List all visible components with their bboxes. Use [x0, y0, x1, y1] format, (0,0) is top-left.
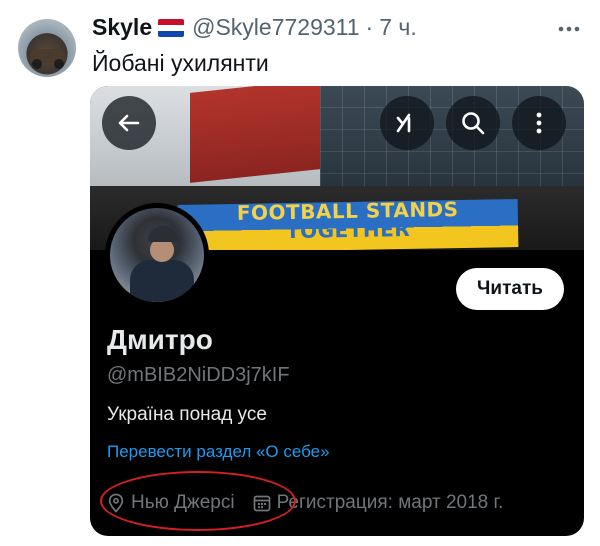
stadium-wall: [190, 86, 320, 183]
profile-display-name: Дмитро: [107, 324, 213, 355]
profile-bio: Україна понад усе: [107, 404, 267, 425]
calendar-icon: [253, 495, 270, 512]
tweet-header: Skyle @Skyle7729311 · 7 ч.: [92, 14, 417, 41]
avatar-wheel: [54, 59, 64, 69]
profile-handle: @mBIB2NiDD3j7kIF: [107, 364, 290, 386]
follow-button[interactable]: Читать: [456, 268, 564, 310]
search-icon[interactable]: [446, 96, 500, 150]
tweet-author-avatar[interactable]: [18, 19, 76, 77]
location-pin-icon: [108, 493, 124, 513]
separator-dot: ·: [365, 14, 374, 40]
profile-location: Нью Джерсі: [131, 492, 235, 513]
flag-banner-text-line2: TOGETHER: [285, 216, 411, 244]
back-arrow-icon[interactable]: [102, 96, 156, 150]
more-vertical-icon[interactable]: [512, 96, 566, 150]
avatar-wheel: [32, 59, 42, 69]
tweet-time[interactable]: 7 ч.: [379, 14, 417, 41]
more-horizontal-icon[interactable]: [556, 18, 582, 43]
paraguay-flag-icon: [158, 18, 185, 37]
profile-screenshot-card[interactable]: FOOTBALL STANDS TOGETHER Читать Дмитро @…: [90, 86, 584, 536]
profile-avatar[interactable]: [105, 203, 209, 307]
tweet-text: Йобані ухилянти: [92, 50, 269, 76]
translate-bio-link[interactable]: Перевести раздел «О себе»: [107, 442, 330, 462]
author-name[interactable]: Skyle: [92, 14, 152, 41]
ukraine-flag-banner: FOOTBALL STANDS TOGETHER: [177, 197, 519, 250]
grok-icon[interactable]: [380, 96, 434, 150]
author-handle[interactable]: @Skyle7729311: [192, 14, 359, 41]
profile-joined-date: Регистрация: март 2018 г.: [276, 492, 504, 513]
profile-meta-row: Нью Джерсі Регистрация: март 2018 г.: [107, 492, 503, 514]
